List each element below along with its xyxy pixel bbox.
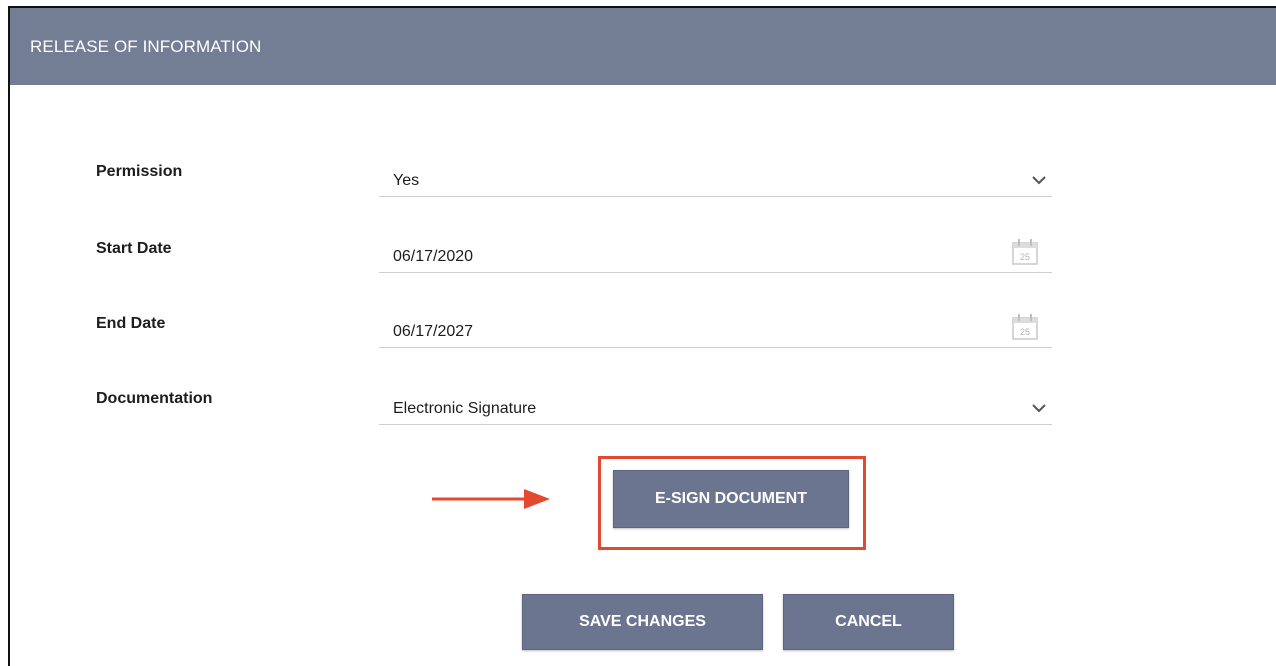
permission-value: Yes — [393, 172, 420, 189]
release-of-information-panel: RELEASE OF INFORMATION Permission Yes St… — [8, 6, 1276, 666]
panel-title: RELEASE OF INFORMATION — [30, 36, 262, 56]
end-date-field[interactable]: 06/17/2027 25 — [379, 314, 1052, 348]
start-date-field[interactable]: 06/17/2020 25 — [379, 239, 1052, 273]
chevron-down-icon — [1032, 176, 1046, 185]
save-changes-button[interactable]: SAVE CHANGES — [522, 594, 763, 650]
calendar-icon-day: 25 — [1020, 327, 1030, 337]
end-date-label: End Date — [96, 315, 166, 332]
documentation-label: Documentation — [96, 390, 213, 407]
panel-header: RELEASE OF INFORMATION — [10, 8, 1276, 85]
cancel-button[interactable]: CANCEL — [783, 594, 954, 650]
calendar-icon-day: 25 — [1020, 252, 1030, 262]
chevron-down-icon — [1032, 404, 1046, 413]
start-date-label: Start Date — [96, 240, 172, 257]
start-date-value: 06/17/2020 — [393, 248, 474, 265]
calendar-icon[interactable]: 25 — [1010, 237, 1040, 267]
calendar-icon[interactable]: 25 — [1010, 312, 1040, 342]
documentation-select[interactable]: Electronic Signature — [379, 395, 1052, 425]
permission-label: Permission — [96, 163, 183, 180]
annotation-arrow-icon — [432, 489, 550, 509]
documentation-value: Electronic Signature — [393, 400, 537, 417]
permission-select[interactable]: Yes — [379, 167, 1052, 197]
e-sign-document-button[interactable]: E-SIGN DOCUMENT — [613, 470, 849, 528]
end-date-value: 06/17/2027 — [393, 323, 474, 340]
